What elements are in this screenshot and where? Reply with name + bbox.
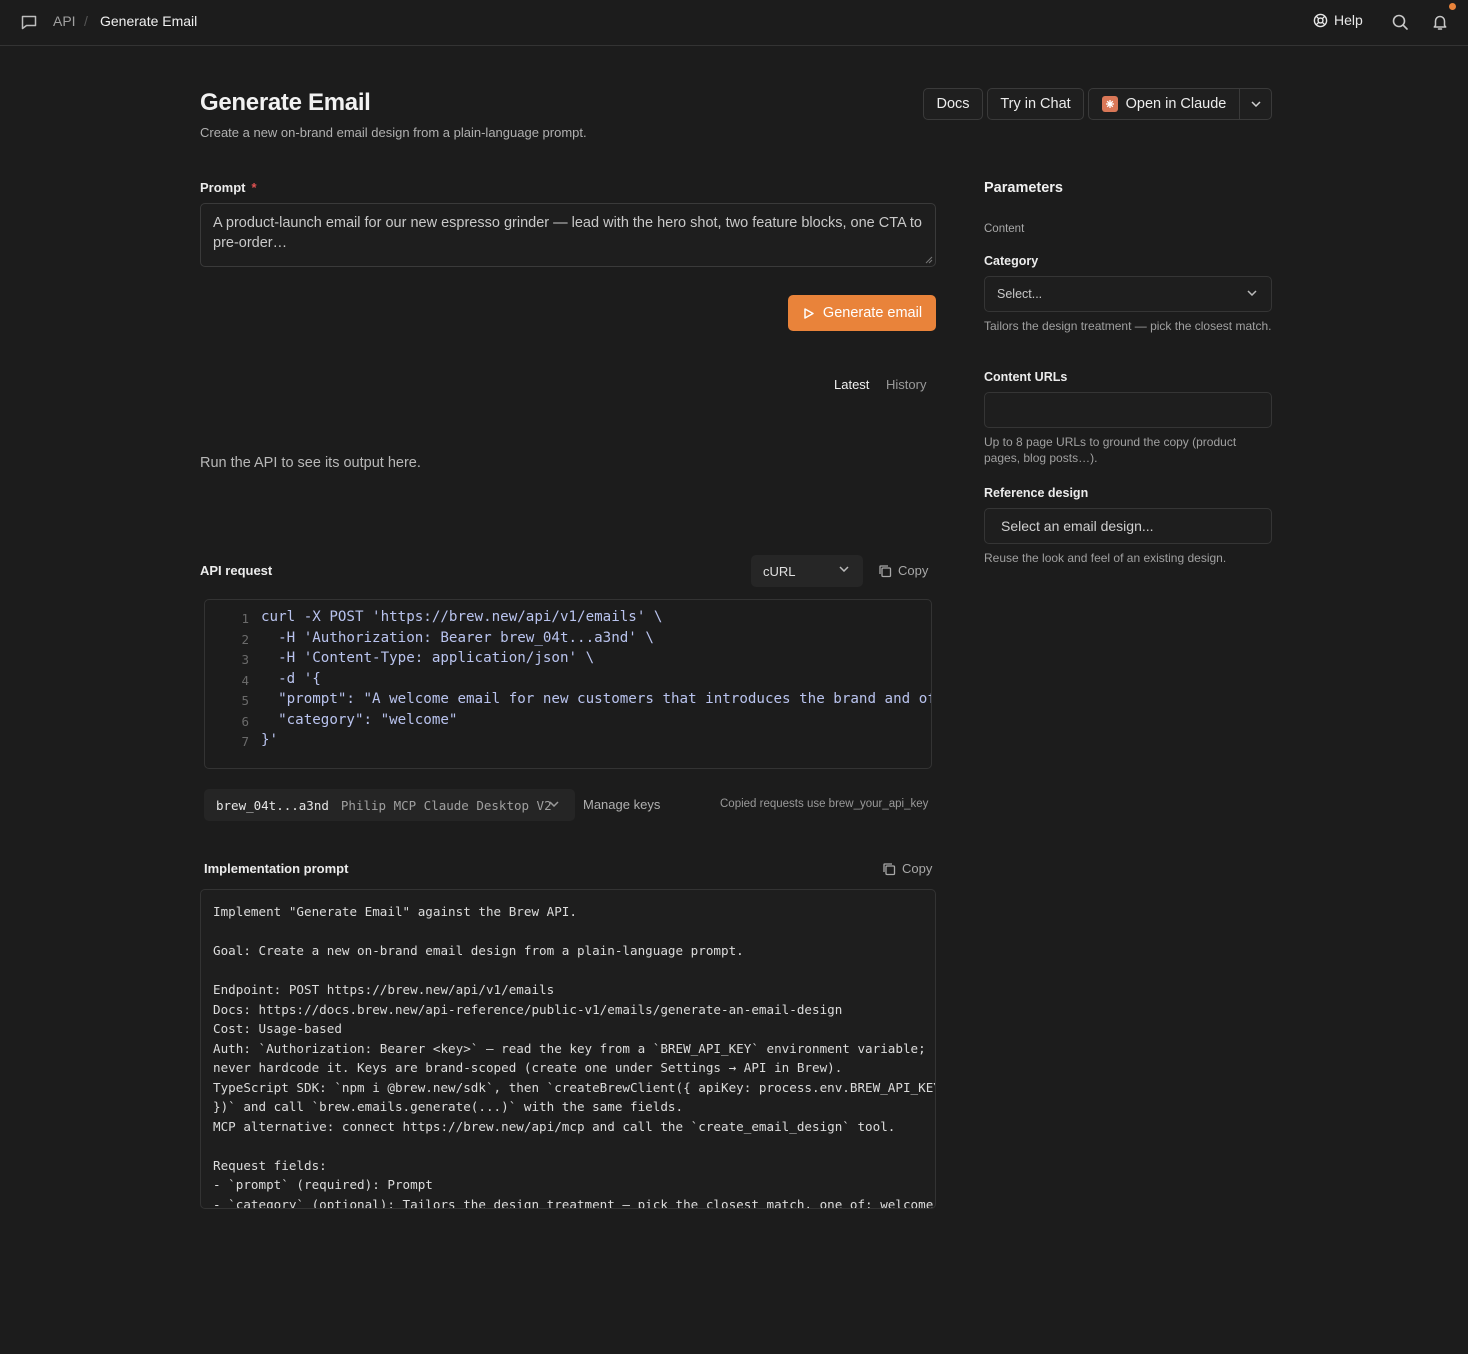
- reference-design-help: Reuse the look and feel of an existing d…: [984, 551, 1227, 565]
- copy-request-label: Copy: [898, 563, 929, 578]
- open-options-dropdown[interactable]: [1239, 88, 1272, 120]
- content-urls-field[interactable]: [984, 392, 1272, 428]
- copy-implementation-button[interactable]: Copy: [882, 861, 932, 876]
- reference-design-select[interactable]: Select an email design...: [984, 508, 1272, 544]
- required-mark: *: [251, 180, 257, 195]
- chevron-down-icon: [1250, 101, 1261, 107]
- line-number: 4: [241, 673, 249, 688]
- code-text: "category": "welcome": [261, 712, 458, 728]
- copy-icon: [883, 862, 896, 875]
- content-urls-label: Content URLs: [984, 370, 1068, 384]
- category-select[interactable]: Select...: [984, 276, 1272, 312]
- prompt-label-text: Prompt: [200, 180, 246, 195]
- code-text: -H 'Content-Type: application/json' \: [261, 650, 595, 666]
- parameters-section-content: Content: [984, 223, 1025, 235]
- play-icon: [804, 307, 814, 319]
- resize-handle-icon[interactable]: [925, 256, 933, 264]
- help-label: Help: [1334, 12, 1363, 28]
- reference-design-placeholder: Select an email design...: [1001, 518, 1154, 534]
- tab-history[interactable]: History: [886, 377, 926, 392]
- claude-logo-icon: [1101, 96, 1118, 112]
- chevron-down-icon: [1247, 290, 1257, 296]
- line-number: 3: [241, 652, 249, 667]
- api-key-id: brew_04t...a3nd: [216, 797, 329, 813]
- content-urls-help: Up to 8 page URLs to ground the copy (pr…: [984, 435, 1237, 465]
- breadcrumb-current: Generate Email: [100, 13, 198, 29]
- line-number: 2: [241, 632, 249, 647]
- api-key-name: Philip MCP Claude Desktop V2: [340, 797, 552, 813]
- line-number: 6: [241, 714, 249, 729]
- copy-icon: [879, 564, 892, 577]
- open-in-claude-button[interactable]: Open in Claude: [1088, 88, 1240, 120]
- notification-dot: [1449, 3, 1456, 10]
- manage-keys-link[interactable]: Manage keys: [583, 797, 660, 812]
- code-text: -d '{: [261, 671, 321, 687]
- breadcrumb-api[interactable]: API: [53, 13, 76, 29]
- code-text: curl -X POST 'https://brew.new/api/v1/em…: [261, 609, 663, 625]
- help-button[interactable]: Help: [1313, 12, 1363, 28]
- copy-request-button[interactable]: Copy: [878, 563, 928, 578]
- page-title: Generate Email: [200, 89, 371, 116]
- open-in-claude-label: Open in Claude: [1125, 96, 1227, 112]
- category-value: Select...: [997, 287, 1043, 301]
- generate-email-button[interactable]: Generate email: [788, 295, 936, 331]
- copy-implementation-label: Copy: [902, 861, 933, 876]
- implementation-prompt-label: Implementation prompt: [204, 861, 349, 876]
- category-help: Tailors the design treatment — pick the …: [984, 319, 1272, 333]
- top-bar: API / Generate Email Help: [0, 0, 1468, 46]
- line-number: 7: [241, 734, 249, 749]
- api-key-select[interactable]: brew_04t...a3nd Philip MCP Claude Deskto…: [204, 789, 575, 821]
- implementation-prompt-text: Implement "Generate Email" against the B…: [213, 904, 936, 1209]
- code-text: }': [261, 732, 279, 748]
- code-text: "prompt": "A welcome email for new custo…: [261, 691, 932, 707]
- prompt-label: Prompt *: [200, 180, 257, 195]
- prompt-value: A product-launch email for our new espre…: [213, 215, 922, 251]
- search-icon[interactable]: [1390, 12, 1410, 32]
- chevron-down-icon: [549, 801, 559, 807]
- generate-email-label: Generate email: [822, 305, 923, 321]
- category-label: Category: [984, 254, 1039, 268]
- code-text: -H 'Authorization: Bearer brew_04t...a3n…: [261, 630, 654, 646]
- implementation-prompt-box[interactable]: Implement "Generate Email" against the B…: [200, 889, 936, 1209]
- language-select[interactable]: cURL: [751, 555, 863, 587]
- docs-button[interactable]: Docs: [923, 88, 983, 120]
- reference-design-label: Reference design: [984, 486, 1089, 500]
- breadcrumb-separator: /: [84, 13, 88, 29]
- copied-requests-note: Copied requests use brew_your_api_key: [720, 798, 929, 810]
- tab-latest[interactable]: Latest: [834, 377, 869, 392]
- bell-icon[interactable]: [1430, 12, 1450, 32]
- try-in-chat-button[interactable]: Try in Chat: [987, 88, 1084, 120]
- page-subtitle: Create a new on-brand email design from …: [200, 125, 587, 140]
- chevron-down-icon: [839, 566, 849, 572]
- parameters-title: Parameters: [984, 180, 1063, 196]
- lifebuoy-icon: [1313, 13, 1328, 27]
- api-request-label: API request: [200, 563, 273, 578]
- code-block[interactable]: 1 curl -X POST 'https://brew.new/api/v1/e…: [204, 599, 932, 769]
- line-number: 5: [241, 693, 249, 708]
- output-empty-message: Run the API to see its output here.: [200, 455, 421, 471]
- content-urls-input[interactable]: [1001, 402, 1271, 418]
- language-value: cURL: [763, 563, 796, 579]
- prompt-textarea[interactable]: A product-launch email for our new espre…: [200, 203, 936, 267]
- line-number: 1: [241, 611, 249, 626]
- chat-bubble-icon[interactable]: [20, 13, 38, 31]
